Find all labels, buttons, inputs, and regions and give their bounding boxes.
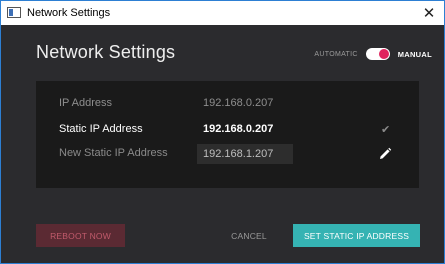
- static-ip-label: Static IP Address: [59, 123, 143, 135]
- title-bar: Network Settings ✕: [1, 1, 444, 25]
- cancel-button[interactable]: CANCEL: [219, 224, 279, 247]
- mode-manual-label[interactable]: MANUAL: [398, 50, 432, 59]
- pencil-icon[interactable]: [378, 147, 392, 161]
- window-icon: [7, 7, 21, 18]
- mode-automatic-label[interactable]: AUTOMATIC: [314, 51, 357, 58]
- check-icon: ✔: [381, 123, 391, 136]
- ip-address-row: IP Address 192.168.0.207: [36, 94, 419, 114]
- reboot-now-button[interactable]: REBOOT NOW: [36, 224, 125, 247]
- dialog-content: Network Settings AUTOMATIC MANUAL IP Add…: [1, 25, 444, 263]
- close-icon[interactable]: ✕: [414, 1, 444, 25]
- ip-address-value: 192.168.0.207: [203, 97, 274, 109]
- new-static-ip-row: New Static IP Address: [36, 144, 419, 164]
- ip-address-label: IP Address: [59, 97, 112, 109]
- mode-switch: AUTOMATIC MANUAL: [314, 47, 432, 61]
- toggle-knob: [378, 49, 389, 59]
- ip-settings-panel: IP Address 192.168.0.207 Static IP Addre…: [36, 81, 419, 188]
- mode-toggle[interactable]: [365, 48, 390, 60]
- window-title: Network Settings: [27, 7, 111, 19]
- set-static-ip-button[interactable]: SET STATIC IP ADDRESS: [293, 224, 420, 247]
- static-ip-row: Static IP Address 192.168.0.207 ✔: [36, 120, 419, 140]
- new-static-ip-input[interactable]: [197, 144, 293, 164]
- static-ip-value: 192.168.0.207: [203, 123, 274, 135]
- new-static-ip-label: New Static IP Address: [59, 147, 168, 159]
- network-settings-window: Network Settings ✕ Network Settings AUTO…: [0, 0, 445, 264]
- page-title: Network Settings: [36, 42, 176, 62]
